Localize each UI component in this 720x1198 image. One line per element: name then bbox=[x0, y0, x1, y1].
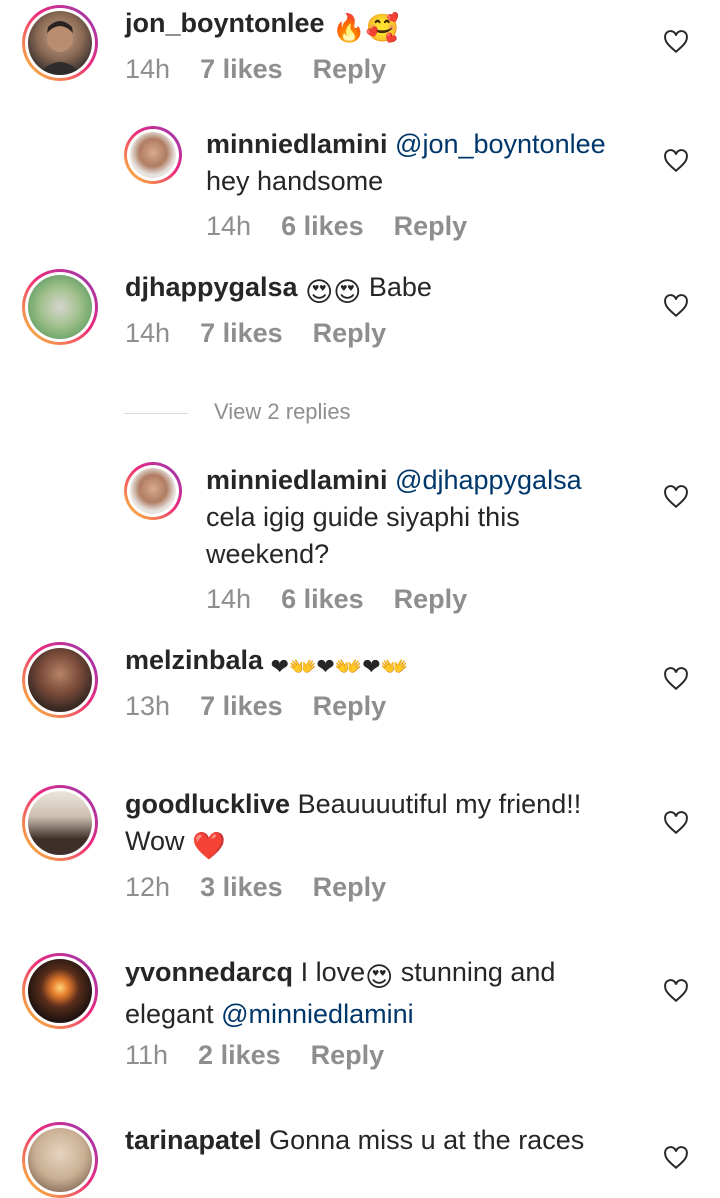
comment-text: jon_boyntonlee 🔥🥰 bbox=[125, 5, 399, 47]
comment-text: minniedlamini @djhappygalsa cela igig gu… bbox=[206, 462, 582, 573]
avatar[interactable] bbox=[124, 462, 182, 520]
heart-hands-emoji: ❤👐❤👐❤👐 bbox=[270, 654, 409, 679]
likes-count[interactable]: 6 likes bbox=[281, 211, 364, 241]
likes-count[interactable]: 2 likes bbox=[198, 1040, 281, 1070]
comment-text: yvonnedarcq I love😍 stunning and elegant… bbox=[125, 954, 555, 1033]
heart-outline-icon[interactable] bbox=[663, 1146, 689, 1170]
comment-username[interactable]: jon_boyntonlee bbox=[125, 8, 325, 38]
reply-button[interactable]: Reply bbox=[313, 691, 387, 721]
reply-button[interactable]: Reply bbox=[313, 318, 387, 348]
comment-text: melzinbala ❤👐❤👐❤👐 bbox=[125, 642, 408, 685]
divider bbox=[124, 413, 188, 414]
comment-body-part2: stunning and bbox=[400, 957, 556, 987]
comment-time: 14h bbox=[206, 584, 252, 614]
comment-text: tarinapatel Gonna miss u at the races bbox=[125, 1122, 584, 1159]
comment-meta: 11h 2 likes Reply bbox=[125, 1040, 414, 1071]
heart-eyes-emoji: 😍😍 bbox=[305, 277, 362, 307]
heart-outline-icon[interactable] bbox=[663, 294, 689, 318]
mention-link[interactable]: @djhappygalsa bbox=[395, 465, 582, 495]
reply-button[interactable]: Reply bbox=[394, 584, 468, 614]
reply-button[interactable]: Reply bbox=[311, 1040, 385, 1070]
mention-link[interactable]: @jon_boyntonlee bbox=[395, 129, 606, 159]
likes-count[interactable]: 6 likes bbox=[281, 584, 364, 614]
red-heart-emoji: ❤️ bbox=[192, 831, 226, 861]
comment-time: 11h bbox=[125, 1040, 169, 1070]
comment-body-line1: Beauuuutiful my friend!! bbox=[297, 789, 582, 819]
heart-outline-icon[interactable] bbox=[663, 485, 689, 509]
comment-username[interactable]: djhappygalsa bbox=[125, 272, 298, 302]
comment-username[interactable]: minniedlamini bbox=[206, 129, 388, 159]
comment-time: 14h bbox=[125, 54, 171, 84]
reply-button[interactable]: Reply bbox=[394, 211, 468, 241]
heart-eyes-emoji: 😍 bbox=[365, 962, 394, 992]
comment-text: djhappygalsa 😍😍 Babe bbox=[125, 269, 432, 311]
comment-time: 14h bbox=[206, 211, 252, 241]
comment-username[interactable]: melzinbala bbox=[125, 645, 263, 675]
comment-meta: 13h 7 likes Reply bbox=[125, 691, 416, 722]
heart-outline-icon[interactable] bbox=[663, 667, 689, 691]
avatar[interactable] bbox=[22, 269, 98, 345]
likes-count[interactable]: 3 likes bbox=[200, 872, 283, 902]
avatar[interactable] bbox=[22, 642, 98, 718]
fire-emoji: 🔥🥰 bbox=[332, 13, 400, 43]
comment-username[interactable]: tarinapatel bbox=[125, 1125, 262, 1155]
comment-body: Babe bbox=[368, 272, 432, 302]
comment-meta: 14h 6 likes Reply bbox=[206, 211, 497, 242]
person-avatar-image bbox=[38, 21, 82, 75]
comment-time: 14h bbox=[125, 318, 171, 348]
comment-body-line2: elegant bbox=[125, 999, 214, 1029]
comment-body-line2: weekend? bbox=[206, 539, 330, 569]
reply-button[interactable]: Reply bbox=[313, 872, 387, 902]
mention-link[interactable]: @minniedlamini bbox=[221, 999, 413, 1029]
comment-meta: 14h 7 likes Reply bbox=[125, 54, 416, 85]
reply-button[interactable]: Reply bbox=[313, 54, 387, 84]
comment-body: hey handsome bbox=[206, 166, 384, 196]
view-replies-label[interactable]: View 2 replies bbox=[214, 399, 351, 425]
avatar[interactable] bbox=[22, 5, 98, 81]
comment-body-part1: I love bbox=[300, 957, 366, 987]
avatar[interactable] bbox=[22, 1122, 98, 1198]
likes-count[interactable]: 7 likes bbox=[200, 691, 283, 721]
comment-username[interactable]: minniedlamini bbox=[206, 465, 388, 495]
comment-text: minniedlamini @jon_boyntonlee hey handso… bbox=[206, 126, 606, 200]
comment-text: goodlucklive Beauuuutiful my friend!! Wo… bbox=[125, 786, 581, 865]
comment-body-line1: cela igig guide siyaphi this bbox=[206, 502, 520, 532]
heart-outline-icon[interactable] bbox=[663, 811, 689, 835]
comment-username[interactable]: yvonnedarcq bbox=[125, 957, 293, 987]
avatar[interactable] bbox=[22, 953, 98, 1029]
heart-outline-icon[interactable] bbox=[663, 30, 689, 54]
heart-outline-icon[interactable] bbox=[663, 149, 689, 173]
comment-time: 13h bbox=[125, 691, 171, 721]
likes-count[interactable]: 7 likes bbox=[200, 318, 283, 348]
avatar[interactable] bbox=[22, 785, 98, 861]
comment-time: 12h bbox=[125, 872, 171, 902]
comment-body-line2: Wow bbox=[125, 826, 185, 856]
comment-body: Gonna miss u at the races bbox=[269, 1125, 585, 1155]
comment-meta: 14h 6 likes Reply bbox=[206, 584, 497, 615]
comment-meta: 14h 7 likes Reply bbox=[125, 318, 416, 349]
likes-count[interactable]: 7 likes bbox=[200, 54, 283, 84]
heart-outline-icon[interactable] bbox=[663, 979, 689, 1003]
comment-meta: 12h 3 likes Reply bbox=[125, 872, 416, 903]
comment-username[interactable]: goodlucklive bbox=[125, 789, 290, 819]
avatar[interactable] bbox=[124, 126, 182, 184]
